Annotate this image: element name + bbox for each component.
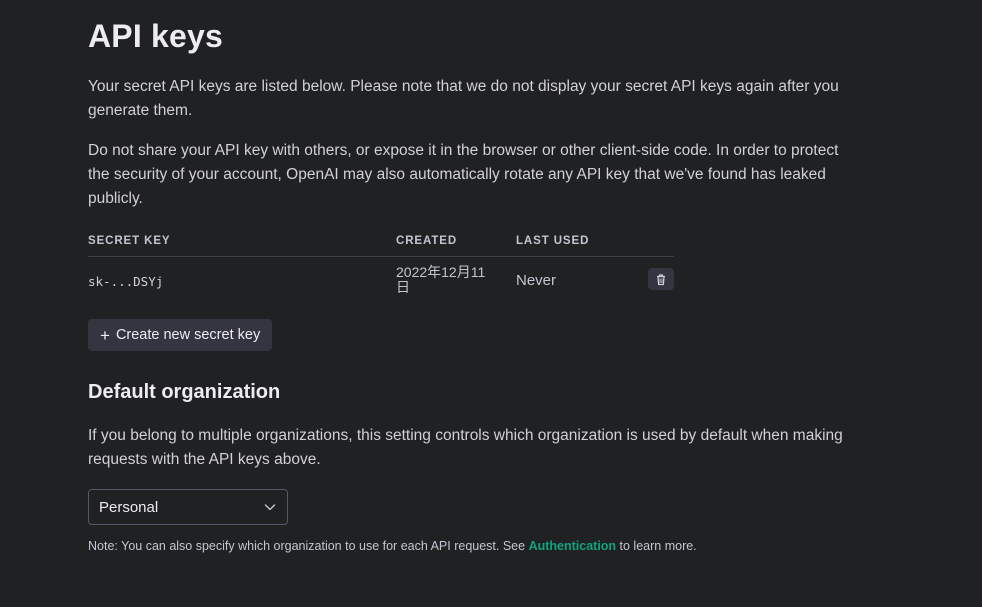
column-header-created: CREATED [396,235,458,247]
security-warning-text: Do not share your API key with others, o… [88,142,839,207]
default-organization-heading: Default organization [88,381,281,403]
created-date: 2022年12月11日 [396,264,486,295]
page-title: API keys [88,18,224,54]
api-keys-table: SECRET KEY CREATED LAST USED sk-...DSYj … [88,229,674,303]
create-new-secret-key-button[interactable]: + Create new secret key [88,319,273,351]
table-row: sk-...DSYj 2022年12月11日 Never [88,257,674,303]
chevron-down-icon [264,504,276,511]
trash-icon [657,273,665,285]
create-button-label: Create new secret key [115,327,261,343]
secret-key-value: sk-...DSYj [88,274,164,289]
table-header: SECRET KEY CREATED LAST USED [88,229,674,257]
organization-note: Note: You can also specify which organiz… [88,539,697,553]
intro-text: Your secret API keys are listed below. P… [88,78,839,119]
column-header-last-used: LAST USED [516,235,590,247]
authentication-link[interactable]: Authentication [529,539,617,553]
api-keys-page: API keys Your secret API keys are listed… [0,0,982,607]
organization-select[interactable]: Personal [88,489,288,525]
default-organization-description: If you belong to multiple organizations,… [88,427,843,468]
plus-icon: + [100,325,110,345]
last-used-value: Never [516,272,557,289]
organization-select-value: Personal [99,498,159,516]
delete-key-button[interactable] [648,268,674,290]
column-header-secret-key: SECRET KEY [88,235,171,247]
note-suffix: to learn more. [616,539,697,553]
note-prefix: Note: You can also specify which organiz… [88,539,529,553]
